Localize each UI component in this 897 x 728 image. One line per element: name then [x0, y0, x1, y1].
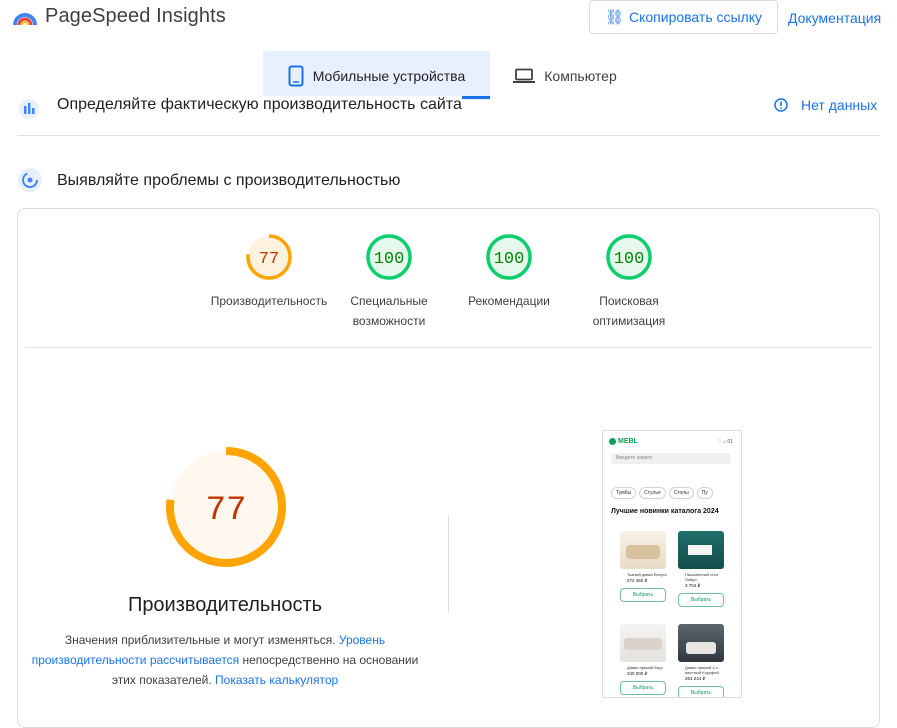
screenshot-header-icons: ♡ ⌂ 01	[717, 439, 733, 445]
score-value: 100	[614, 250, 645, 269]
room-image	[678, 624, 724, 662]
copy-link-button[interactable]: ⛓ Скопировать ссылку	[589, 0, 778, 34]
section-divider	[17, 135, 880, 136]
performance-score: 77	[206, 492, 247, 530]
score-gauge: 100	[366, 234, 412, 280]
screenshot-product: Тканый диван Белуга 272 460 ₽ Выбрать	[617, 531, 669, 602]
product-button: Выбрать	[678, 686, 724, 697]
score-gauge: 77	[246, 234, 292, 280]
product-name: Диван прямой 4-х местный Коруфей	[685, 665, 719, 675]
score-value: 77	[259, 250, 279, 269]
tab-mobile[interactable]: Мобильные устройства	[263, 51, 490, 100]
score-label-line: Поисковая	[599, 294, 659, 308]
product-name: Тканый диван Белуга	[627, 572, 667, 577]
vertical-divider	[448, 516, 449, 612]
score-label-line: Специальные	[350, 294, 428, 308]
product-name: Диван прямой Берг	[627, 665, 663, 670]
product-button: Выбрать	[620, 588, 666, 602]
screenshot-chips: Тумбы Стулья Столы Пу	[611, 487, 713, 499]
product-button: Выбрать	[678, 593, 724, 607]
screenshot-heading: Лучшие новинки каталога 2024	[611, 508, 719, 515]
tab-desktop-label: Компьютер	[544, 67, 617, 84]
phone-icon	[288, 65, 304, 86]
lab-data-title: Выявляйте проблемы с производительностью	[57, 172, 401, 189]
product-price: 272 460 ₽	[627, 578, 648, 583]
score-value: 100	[494, 250, 525, 269]
score-label: Поисковая оптимизация	[564, 291, 694, 331]
card-divider	[25, 347, 872, 348]
screenshot-logo: MEBL	[609, 438, 638, 445]
screenshot-chip: Стулья	[639, 487, 666, 499]
link-icon: ⛓	[604, 9, 624, 26]
pagespeed-logo-icon	[13, 13, 37, 26]
screenshot-logo-icon	[609, 438, 616, 445]
score-gauge: 100	[606, 234, 652, 280]
tab-desktop[interactable]: Компьютер	[500, 51, 630, 100]
score-label: Рекомендации	[444, 291, 574, 311]
page-screenshot: MEBL ♡ ⌂ 01 Введите запрос Тумбы Стулья …	[602, 430, 742, 698]
lab-data-icon	[18, 168, 42, 192]
sofa-image	[620, 624, 666, 662]
score-gauge: 100	[486, 234, 532, 280]
screenshot-chip: Тумбы	[611, 487, 637, 499]
product-price: 261 244 ₽	[685, 676, 706, 681]
product-price: 340 000 ₽	[627, 671, 648, 676]
screenshot-search: Введите запрос	[611, 453, 731, 464]
score-label: Производительность	[204, 291, 334, 311]
screenshot-logo-text: MEBL	[618, 438, 638, 445]
documentation-link[interactable]: Документация	[788, 10, 881, 26]
no-data-label: Нет данных	[801, 97, 878, 113]
score-value: 100	[374, 250, 405, 269]
screenshot-product: Диван прямой Берг 340 000 ₽ Выбрать	[617, 624, 669, 695]
show-calculator-link[interactable]: Показать калькулятор	[215, 673, 338, 687]
info-icon	[774, 98, 788, 112]
desk-image	[678, 531, 724, 569]
performance-description: Значения приблизительные и могут изменят…	[25, 630, 425, 690]
desc-text-1: Значения приблизительные и могут изменят…	[64, 633, 339, 647]
field-data-title: Определяйте фактическую производительнос…	[57, 96, 462, 114]
copy-link-label: Скопировать ссылку	[629, 9, 763, 25]
product-price: 3 704 ₽	[685, 583, 701, 588]
score-label-line: Рекомендации	[468, 294, 550, 308]
score-label: Специальные возможности	[324, 291, 454, 331]
product-button: Выбрать	[620, 681, 666, 695]
screenshot-chip: Столы	[668, 487, 694, 499]
score-label-line: оптимизация	[592, 314, 666, 328]
tab-mobile-label: Мобильные устройства	[312, 67, 466, 84]
sofa-image	[620, 531, 666, 569]
laptop-icon	[513, 68, 536, 83]
performance-gauge: 77	[166, 447, 286, 567]
field-data-icon	[19, 99, 39, 119]
product-name: Письменный стол Либри	[685, 572, 719, 582]
score-label-line: возможности	[352, 314, 426, 328]
screenshot-chip: Пу	[696, 487, 713, 499]
no-data-link[interactable]: Нет данных	[774, 97, 877, 113]
screenshot-product: Письменный стол Либри 3 704 ₽ Выбрать	[675, 531, 727, 607]
performance-title: Производительность	[127, 594, 323, 616]
score-label-line: Производительность	[210, 294, 328, 308]
screenshot-product: Диван прямой 4-х местный Коруфей 261 244…	[675, 624, 727, 697]
brand-title[interactable]: PageSpeed Insights	[45, 5, 226, 28]
